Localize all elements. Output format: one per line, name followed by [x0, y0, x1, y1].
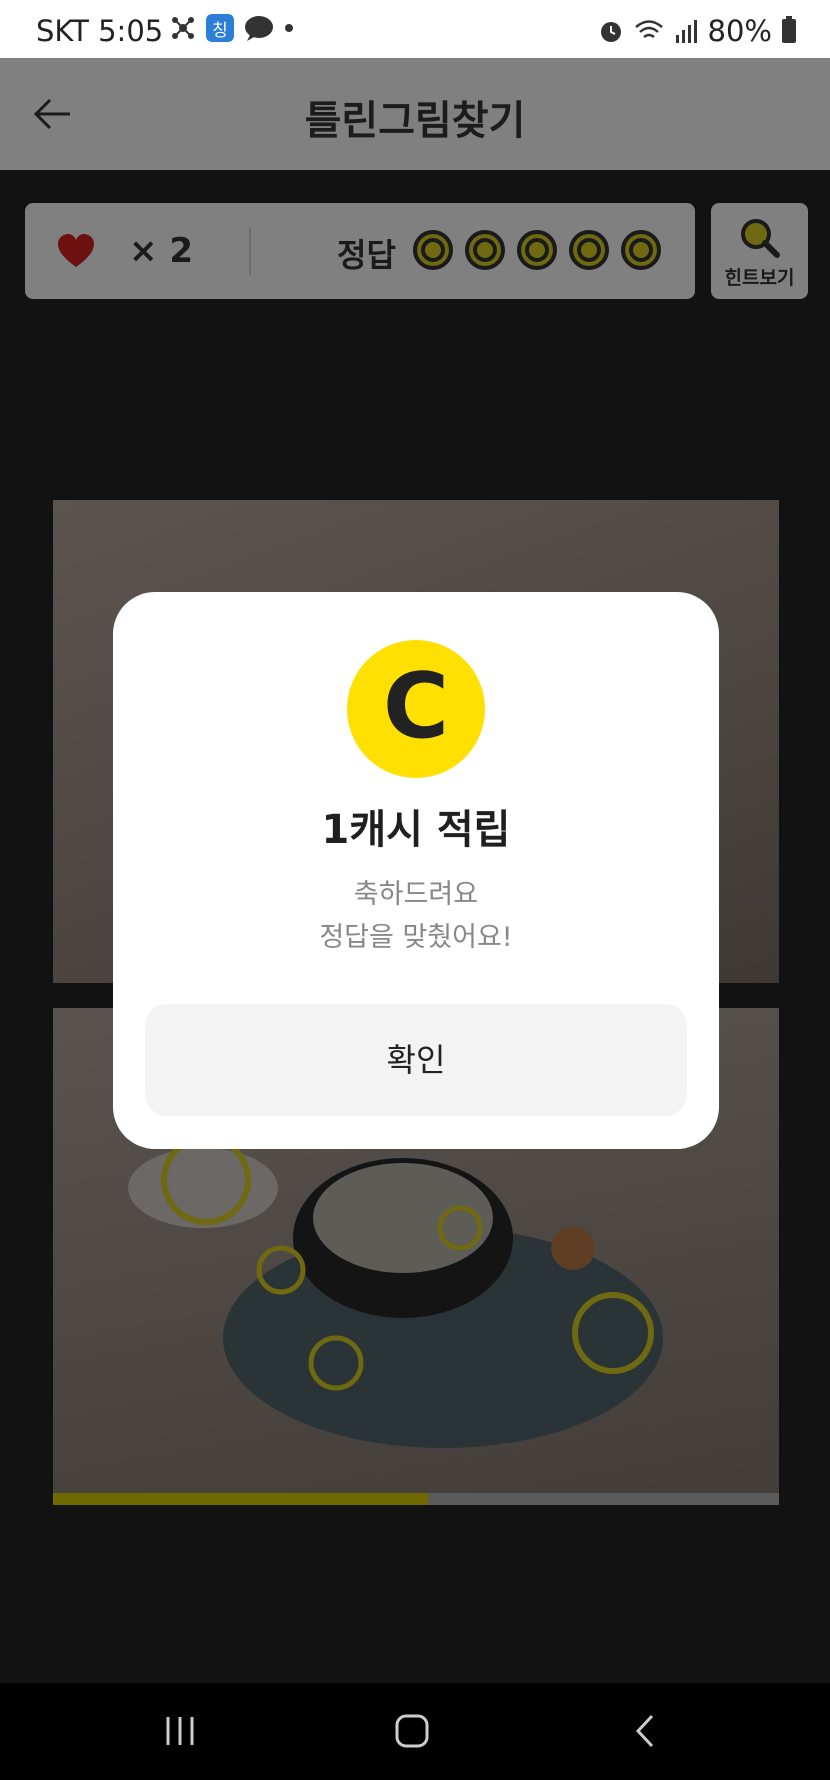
- score-bar: × 2 정답: [25, 203, 695, 299]
- coin-letter: C: [382, 654, 450, 759]
- system-icons: 80%: [598, 14, 796, 48]
- heart-icon: [58, 234, 94, 267]
- answer-circle: [413, 230, 453, 270]
- dialog-message-line1: 축하드려요: [353, 879, 479, 910]
- recent-apps-icon[interactable]: [162, 1713, 198, 1749]
- battery-level: 80%: [707, 14, 772, 48]
- dot-icon: [285, 24, 293, 32]
- status-bar: SKT 5:05 칭 80%: [0, 0, 830, 58]
- answer-indicators: [413, 230, 661, 270]
- notification-icons: 칭: [170, 14, 294, 42]
- time-progress-bar: [53, 1493, 779, 1505]
- answer-label: 정답: [337, 236, 396, 274]
- alarm-icon: [600, 22, 621, 42]
- battery-icon: [782, 16, 796, 43]
- game-screen: SKT 5:05 칭 80% 틀린그림찾기 × 2 정답 힌트보기 C 1캐시 …: [0, 0, 830, 1780]
- hint-button-label: 힌트보기: [724, 267, 795, 289]
- back-nav-icon[interactable]: [628, 1713, 664, 1749]
- system-nav-bar: [0, 1683, 830, 1780]
- time-progress-fill: [53, 1493, 428, 1505]
- divider: [249, 227, 251, 275]
- answer-circle: [465, 230, 505, 270]
- magnifier-icon: [741, 219, 780, 258]
- chat-icon: [245, 16, 273, 41]
- wifi-icon: [634, 20, 663, 39]
- carrier-time: SKT 5:05: [36, 14, 164, 48]
- reward-dialog: C 1캐시 적립 축하드려요 정답을 맞췄어요! 확인: [113, 592, 719, 1149]
- answer-circle: [621, 230, 661, 270]
- network-icon: [172, 17, 194, 39]
- header: 틀린그림찾기: [0, 58, 830, 170]
- dialog-message-line2: 정답을 맞췄어요!: [319, 922, 513, 953]
- app-badge-icon: 칭: [206, 14, 234, 42]
- signal-icon: [675, 20, 697, 43]
- lives-count: × 2: [129, 231, 193, 271]
- page-title: 틀린그림찾기: [304, 98, 526, 144]
- home-icon[interactable]: [394, 1713, 430, 1749]
- dialog-title: 1캐시 적립: [321, 807, 511, 853]
- answer-circle: [569, 230, 609, 270]
- hint-button[interactable]: 힌트보기: [711, 203, 808, 299]
- confirm-button[interactable]: 확인: [145, 1004, 687, 1116]
- cash-coin-icon: C: [347, 640, 485, 778]
- answer-circle: [517, 230, 557, 270]
